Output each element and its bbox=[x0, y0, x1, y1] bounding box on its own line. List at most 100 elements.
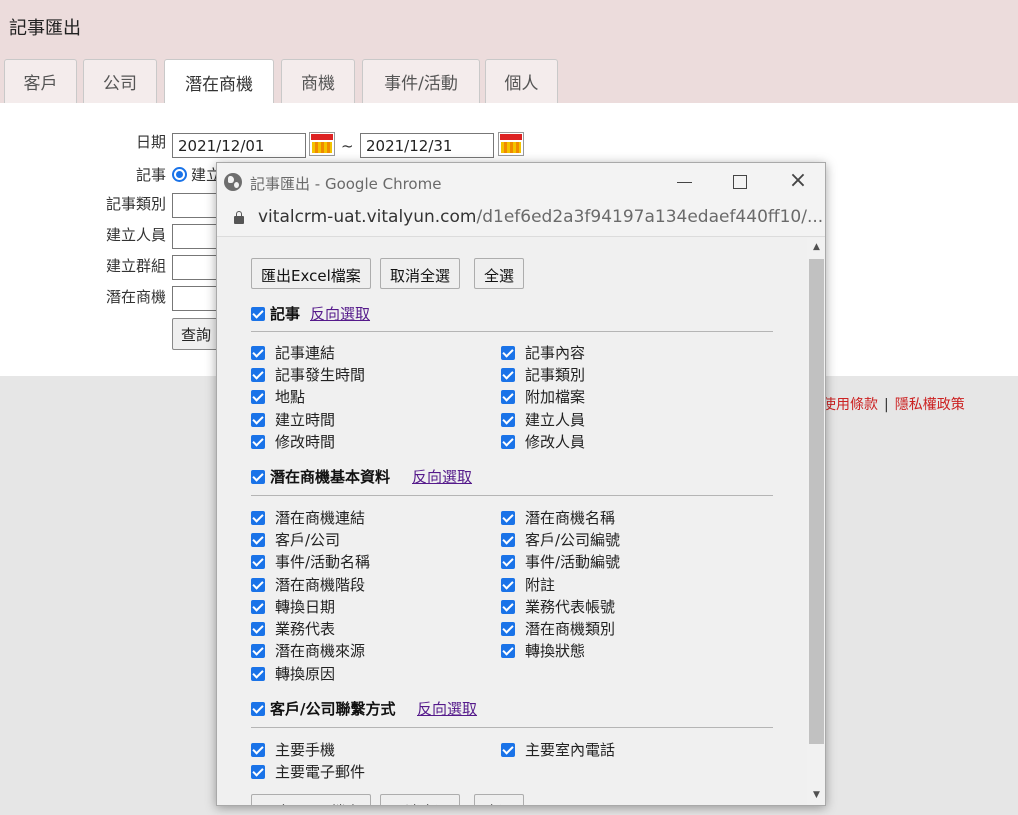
window-title: 記事匯出 - Google Chrome bbox=[250, 175, 442, 193]
field-label: 潛在商機連結 bbox=[275, 509, 366, 527]
globe-icon bbox=[224, 173, 242, 191]
field-label: 轉換日期 bbox=[275, 598, 336, 616]
scroll-down-arrow-icon[interactable]: ▼ bbox=[807, 790, 825, 802]
divider bbox=[251, 727, 773, 728]
field-label: 事件/活動編號 bbox=[525, 553, 621, 571]
privacy-link[interactable]: 隱私權政策 bbox=[895, 397, 965, 413]
field-label: 潛在商機名稱 bbox=[525, 509, 616, 527]
select-all-button-bottom[interactable]: 全選 bbox=[474, 794, 525, 805]
tab-event-activity[interactable]: 事件/活動 bbox=[362, 59, 480, 103]
field-checkbox[interactable] bbox=[501, 390, 515, 404]
url-path: /d1ef6ed2a3f94197a134edaef440ff10/... bbox=[476, 207, 824, 227]
field-checkbox[interactable] bbox=[251, 346, 265, 360]
tab-company[interactable]: 公司 bbox=[83, 59, 157, 103]
record-type-input[interactable] bbox=[172, 193, 222, 218]
creator-input[interactable] bbox=[172, 224, 222, 249]
field-label: 轉換狀態 bbox=[525, 642, 586, 660]
field-label: 記事連結 bbox=[275, 344, 336, 362]
calendar-icon[interactable] bbox=[309, 132, 335, 156]
scrollbar[interactable]: ▲ ▼ bbox=[807, 238, 825, 805]
group-input[interactable] bbox=[172, 255, 222, 280]
deselect-all-button-bottom[interactable]: 取消全選 bbox=[380, 794, 461, 805]
field-label: 轉換原因 bbox=[275, 665, 336, 683]
group-label: 建立群組 bbox=[105, 257, 166, 275]
field-checkbox[interactable] bbox=[501, 511, 515, 525]
field-checkbox[interactable] bbox=[501, 346, 515, 360]
maximize-icon[interactable] bbox=[728, 171, 752, 193]
field-checkbox[interactable] bbox=[501, 533, 515, 547]
field-checkbox[interactable] bbox=[251, 368, 265, 382]
field-label: 記事發生時間 bbox=[275, 366, 366, 384]
field-label: 潛在商機來源 bbox=[275, 642, 366, 660]
close-icon[interactable]: × bbox=[786, 170, 810, 193]
section-lead-checkbox[interactable] bbox=[251, 470, 265, 484]
field-checkbox[interactable] bbox=[251, 413, 265, 427]
field-checkbox[interactable] bbox=[251, 533, 265, 547]
field-checkbox[interactable] bbox=[501, 368, 515, 382]
field-checkbox[interactable] bbox=[501, 578, 515, 592]
query-button[interactable]: 查詢 bbox=[172, 318, 222, 350]
field-label: 客戶/公司編號 bbox=[525, 531, 621, 549]
field-label: 主要電子郵件 bbox=[275, 763, 366, 781]
field-checkbox[interactable] bbox=[251, 765, 265, 779]
tab-opportunity[interactable]: 商機 bbox=[281, 59, 355, 103]
url-text: vitalcrm-uat.vitalyun.com/d1ef6ed2a3f941… bbox=[258, 207, 823, 227]
section-record-title: 記事 bbox=[270, 305, 301, 323]
field-checkbox[interactable] bbox=[251, 555, 265, 569]
section-lead-invert-link[interactable]: 反向選取 bbox=[412, 466, 472, 487]
export-excel-button-bottom[interactable]: 匯出Excel檔案 bbox=[251, 794, 371, 805]
minimize-icon[interactable] bbox=[673, 171, 697, 193]
field-label: 修改人員 bbox=[525, 433, 586, 451]
field-checkbox[interactable] bbox=[251, 743, 265, 757]
field-checkbox[interactable] bbox=[251, 622, 265, 636]
lead-input[interactable] bbox=[172, 286, 222, 311]
scroll-up-arrow-icon[interactable]: ▲ bbox=[807, 242, 825, 254]
date-to-input[interactable]: 2021/12/31 bbox=[360, 133, 494, 158]
field-checkbox[interactable] bbox=[251, 644, 265, 658]
field-checkbox[interactable] bbox=[501, 413, 515, 427]
section-lead-title: 潛在商機基本資料 bbox=[270, 468, 391, 486]
popup-content: 匯出Excel檔案 取消全選 全選 記事 反向選取 記事連結 記事內容 記事發生… bbox=[217, 238, 807, 805]
scrollbar-thumb[interactable] bbox=[809, 259, 824, 744]
field-label: 建立人員 bbox=[525, 411, 586, 429]
field-checkbox[interactable] bbox=[501, 644, 515, 658]
field-checkbox[interactable] bbox=[251, 511, 265, 525]
date-from-input[interactable]: 2021/12/01 bbox=[172, 133, 306, 158]
field-label: 潛在商機階段 bbox=[275, 576, 366, 594]
field-checkbox[interactable] bbox=[501, 622, 515, 636]
select-all-button[interactable]: 全選 bbox=[474, 258, 525, 289]
calendar-icon[interactable] bbox=[498, 132, 524, 156]
field-checkbox[interactable] bbox=[501, 555, 515, 569]
tab-customer[interactable]: 客戶 bbox=[4, 59, 77, 103]
field-label: 記事類別 bbox=[525, 366, 586, 384]
field-checkbox[interactable] bbox=[251, 578, 265, 592]
field-label: 附註 bbox=[525, 576, 556, 594]
field-label: 業務代表 bbox=[275, 620, 336, 638]
field-checkbox[interactable] bbox=[501, 743, 515, 757]
section-contact-checkbox[interactable] bbox=[251, 702, 265, 716]
tab-personal[interactable]: 個人 bbox=[485, 59, 558, 103]
deselect-all-button[interactable]: 取消全選 bbox=[380, 258, 461, 289]
section-contact-title: 客戶/公司聯繫方式 bbox=[270, 700, 396, 718]
section-record-checkbox[interactable] bbox=[251, 307, 265, 321]
popup-titlebar[interactable]: 記事匯出 - Google Chrome × bbox=[217, 163, 825, 201]
field-checkbox[interactable] bbox=[251, 435, 265, 449]
section-contact-invert-link[interactable]: 反向選取 bbox=[417, 698, 477, 719]
page-title: 記事匯出 bbox=[9, 18, 81, 39]
export-excel-button[interactable]: 匯出Excel檔案 bbox=[251, 258, 371, 289]
field-label: 記事內容 bbox=[525, 344, 586, 362]
date-label: 日期 bbox=[135, 133, 166, 151]
field-checkbox[interactable] bbox=[501, 435, 515, 449]
tab-lead[interactable]: 潛在商機 bbox=[164, 59, 274, 104]
field-label: 主要室內電話 bbox=[525, 741, 616, 759]
field-checkbox[interactable] bbox=[251, 600, 265, 614]
record-created-radio[interactable] bbox=[172, 167, 187, 182]
section-record-invert-link[interactable]: 反向選取 bbox=[310, 303, 370, 324]
field-label: 建立時間 bbox=[275, 411, 336, 429]
terms-link[interactable]: 使用條款 bbox=[822, 397, 878, 413]
field-checkbox[interactable] bbox=[501, 600, 515, 614]
field-checkbox[interactable] bbox=[251, 390, 265, 404]
field-checkbox[interactable] bbox=[251, 667, 265, 681]
field-label: 附加檔案 bbox=[525, 388, 586, 406]
field-label: 潛在商機類別 bbox=[525, 620, 616, 638]
